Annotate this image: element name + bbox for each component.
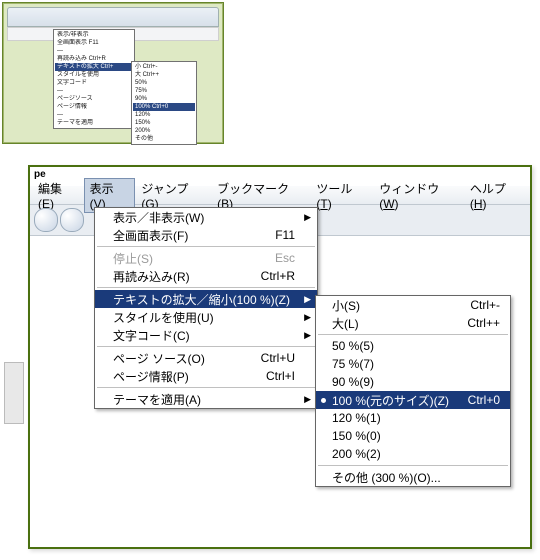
zoom-label: 200 %(2) — [332, 447, 381, 461]
submenu-arrow-icon: ▶ — [304, 394, 311, 405]
zoom-label: 120 %(1) — [332, 411, 381, 425]
zoom-item-3[interactable]: 50 %(5) — [316, 337, 510, 355]
view-menu-item-6[interactable]: テキストの拡大／縮小(100 %)(Z) ▶ — [95, 290, 317, 308]
zoomed-window: pe 編集(E) 表示(V) ジャンプ(G) ブックマーク(B) ツール(T) … — [28, 165, 532, 549]
shortcut-label: Ctrl+0 — [468, 393, 500, 407]
thumb-titlebar — [7, 7, 219, 27]
view-menu-item-7[interactable]: スタイルを使用(U) ▶ — [95, 308, 317, 326]
back-button[interactable] — [34, 208, 58, 232]
zoom-item-1[interactable]: 大(L) Ctrl++ — [316, 314, 510, 332]
menu-window[interactable]: ウィンドウ(W) — [373, 178, 464, 213]
zoom-label: 100 %(元のサイズ)(Z) — [332, 392, 449, 409]
view-menu-separator — [97, 387, 315, 388]
view-menu-item-11[interactable]: ページ情報(P) Ctrl+I — [95, 367, 317, 385]
view-menu-separator — [97, 287, 315, 288]
zoom-item-7[interactable]: 120 %(1) — [316, 409, 510, 427]
view-menu-item-13[interactable]: テーマを適用(A) ▶ — [95, 390, 317, 408]
zoom-separator — [318, 465, 508, 466]
view-menu-item-10[interactable]: ページ ソース(O) Ctrl+U — [95, 349, 317, 367]
zoom-label: 75 %(7) — [332, 357, 374, 371]
menubar[interactable]: 編集(E) 表示(V) ジャンプ(G) ブックマーク(B) ツール(T) ウィン… — [30, 185, 530, 205]
shortcut-label: Ctrl+U — [261, 351, 295, 365]
thumb-submenu: 小 Ctrl+-大 Ctrl++50%75%90% 100% Ctrl+0120… — [131, 61, 197, 145]
forward-button[interactable] — [60, 208, 84, 232]
thumb-menu: 表示/非表示全画面表示 F11―再読み込み Ctrl+R テキストの拡大 Ctr… — [53, 29, 135, 129]
view-menu-label: 再読み込み(R) — [113, 268, 190, 285]
view-menu-label: 表示／非表示(W) — [113, 209, 204, 226]
view-menu-item-1[interactable]: 全画面表示(F) F11 — [95, 226, 317, 244]
view-menu-item-3: 停止(S) Esc — [95, 249, 317, 267]
zoom-label: 50 %(5) — [332, 339, 374, 353]
view-menu-label: スタイルを使用(U) — [113, 309, 214, 326]
view-menu-separator — [97, 246, 315, 247]
shortcut-label: Ctrl+R — [261, 269, 295, 283]
view-menu-label: 全画面表示(F) — [113, 227, 188, 244]
view-menu-dropdown[interactable]: 表示／非表示(W) ▶ 全画面表示(F) F11 停止(S) Esc 再読み込み(R) Ctr… — [94, 207, 318, 409]
zoom-label: 90 %(9) — [332, 375, 374, 389]
zoom-item-4[interactable]: 75 %(7) — [316, 355, 510, 373]
zoom-item-9[interactable]: 200 %(2) — [316, 445, 510, 463]
zoom-label: 小(S) — [332, 297, 360, 314]
zoom-label: 150 %(0) — [332, 429, 381, 443]
view-menu-item-8[interactable]: 文字コード(C) ▶ — [95, 326, 317, 344]
view-menu-label: ページ情報(P) — [113, 368, 189, 385]
shortcut-label: Esc — [275, 251, 295, 265]
zoom-submenu[interactable]: 小(S) Ctrl+- 大(L) Ctrl++ 50 %(5) 75 %(7) 90 %(9… — [315, 295, 511, 487]
thumbnail-window: 表示/非表示全画面表示 F11―再読み込み Ctrl+R テキストの拡大 Ctr… — [2, 2, 224, 144]
zoom-item-0[interactable]: 小(S) Ctrl+- — [316, 296, 510, 314]
zoom-item-6[interactable]: 100 %(元のサイズ)(Z) Ctrl+0 — [316, 391, 510, 409]
zoom-label: 大(L) — [332, 315, 359, 332]
submenu-arrow-icon: ▶ — [304, 294, 311, 305]
shortcut-label: Ctrl+- — [470, 298, 500, 312]
view-menu-separator — [97, 346, 315, 347]
background-window-fragment — [4, 362, 24, 424]
view-menu-label: ページ ソース(O) — [113, 350, 205, 367]
menu-edit[interactable]: 編集(E) — [32, 178, 84, 213]
view-menu-label: テキストの拡大／縮小(100 %)(Z) — [113, 291, 290, 308]
shortcut-label: Ctrl++ — [467, 316, 500, 330]
zoom-item-11[interactable]: その他 (300 %)(O)... — [316, 468, 510, 486]
view-menu-item-0[interactable]: 表示／非表示(W) ▶ — [95, 208, 317, 226]
submenu-arrow-icon: ▶ — [304, 330, 311, 341]
menu-tools[interactable]: ツール(T) — [310, 178, 373, 213]
submenu-arrow-icon: ▶ — [304, 312, 311, 323]
radio-dot-icon — [321, 398, 326, 403]
menu-help[interactable]: ヘルプ(H) — [464, 178, 528, 213]
zoom-item-5[interactable]: 90 %(9) — [316, 373, 510, 391]
shortcut-label: F11 — [275, 228, 295, 242]
view-menu-label: テーマを適用(A) — [113, 391, 201, 408]
zoom-label: その他 (300 %)(O)... — [332, 469, 441, 486]
view-menu-label: 文字コード(C) — [113, 327, 190, 344]
zoom-item-8[interactable]: 150 %(0) — [316, 427, 510, 445]
submenu-arrow-icon: ▶ — [304, 212, 311, 223]
view-menu-label: 停止(S) — [113, 250, 153, 267]
shortcut-label: Ctrl+I — [266, 369, 295, 383]
view-menu-item-4[interactable]: 再読み込み(R) Ctrl+R — [95, 267, 317, 285]
zoom-separator — [318, 334, 508, 335]
